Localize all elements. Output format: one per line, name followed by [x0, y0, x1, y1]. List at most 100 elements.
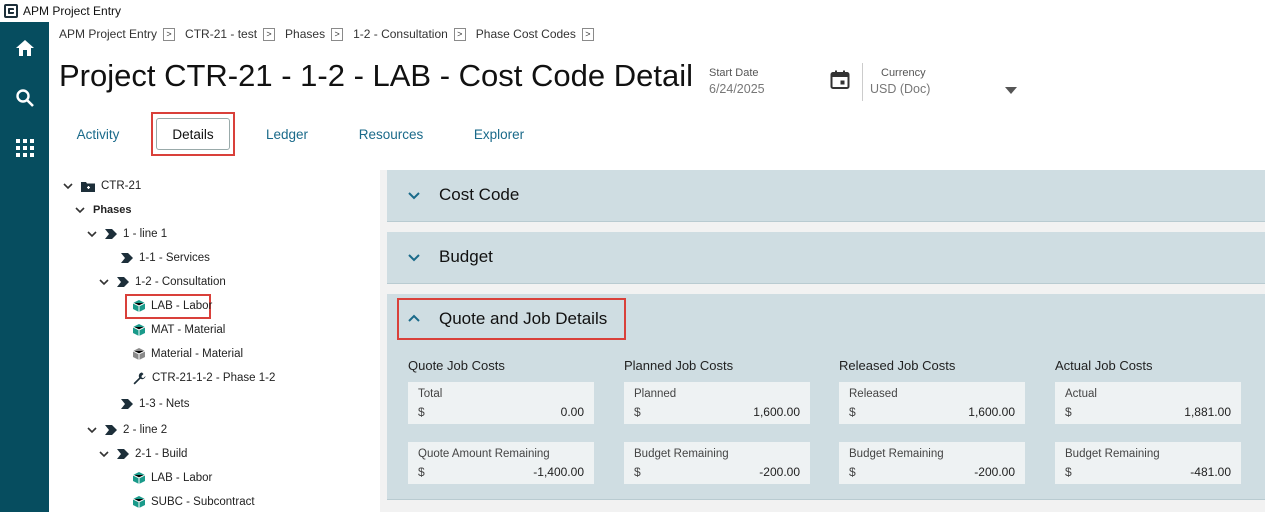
- quote-amount-remaining-field[interactable]: Quote Amount Remaining $ -1,400.00: [408, 442, 594, 484]
- field-value: -1,400.00: [533, 465, 584, 479]
- phase-icon: [121, 399, 133, 409]
- field-value: 1,881.00: [1184, 405, 1231, 419]
- tree-item-2-1-build[interactable]: 2-1 - Build: [99, 444, 187, 464]
- chevron-down-icon[interactable]: [63, 181, 73, 191]
- currency-symbol: $: [634, 405, 641, 419]
- section-header[interactable]: Cost Code: [387, 170, 1265, 220]
- home-icon[interactable]: [0, 28, 49, 68]
- tree-item-label[interactable]: 2-1 - Build: [135, 448, 187, 460]
- tree-item-line-2[interactable]: 2 - line 2: [87, 420, 167, 440]
- breadcrumb: APM Project Entry > CTR-21 - test > Phases…: [59, 26, 604, 42]
- tree-item-label[interactable]: Material - Material: [151, 348, 243, 360]
- apps-grid-icon[interactable]: [0, 128, 49, 168]
- tree-item-label[interactable]: LAB - Labor: [151, 300, 212, 312]
- section-header[interactable]: Budget: [387, 232, 1265, 282]
- tree-item-label[interactable]: CTR-21: [101, 180, 141, 192]
- chevron-down-icon[interactable]: [99, 277, 109, 287]
- field-value: -481.00: [1190, 465, 1231, 479]
- section-quote-job-details: Quote and Job Details Quote Job Costs To…: [387, 294, 1265, 500]
- actual-budget-remaining-field[interactable]: Budget Remaining $ -481.00: [1055, 442, 1241, 484]
- tree-item-label[interactable]: 1 - line 1: [123, 228, 167, 240]
- tree-item-1-3-nets[interactable]: 1-3 - Nets: [121, 394, 190, 414]
- phase-icon: [105, 229, 117, 239]
- tab-activity[interactable]: Activity: [65, 112, 131, 156]
- chevron-right-icon[interactable]: >: [581, 27, 594, 41]
- tree-item-label[interactable]: 1-2 - Consultation: [135, 276, 226, 288]
- field-label: Budget Remaining: [849, 448, 944, 460]
- chevron-down-icon[interactable]: [407, 188, 421, 202]
- tab-details[interactable]: Details: [151, 112, 235, 156]
- breadcrumb-item[interactable]: CTR-21 - test >: [185, 27, 276, 41]
- breadcrumb-item[interactable]: Phases >: [285, 27, 344, 41]
- chevron-right-icon[interactable]: >: [453, 27, 466, 41]
- released-budget-remaining-field[interactable]: Budget Remaining $ -200.00: [839, 442, 1025, 484]
- field-value: 0.00: [560, 405, 584, 419]
- tab-explorer[interactable]: Explorer: [467, 112, 531, 156]
- chevron-right-icon[interactable]: >: [163, 27, 176, 41]
- breadcrumb-label[interactable]: Phase Cost Codes: [476, 27, 576, 41]
- column-title: Quote Job Costs: [408, 358, 505, 373]
- released-field[interactable]: Released $ 1,600.00: [839, 382, 1025, 424]
- tab-resources[interactable]: Resources: [353, 112, 429, 156]
- tree-item-material-material[interactable]: Material - Material: [133, 344, 243, 364]
- field-label: Budget Remaining: [634, 448, 729, 460]
- section-cost-code[interactable]: Cost Code: [387, 170, 1265, 222]
- section-budget[interactable]: Budget: [387, 232, 1265, 284]
- tree-item-phases[interactable]: Phases: [75, 200, 132, 220]
- cube-icon: [133, 300, 145, 312]
- calendar-icon[interactable]: [830, 70, 850, 95]
- field-label: Quote Amount Remaining: [418, 448, 550, 460]
- breadcrumb-item[interactable]: APM Project Entry >: [59, 27, 176, 41]
- search-icon[interactable]: [0, 78, 49, 118]
- total-field[interactable]: Total $ 0.00: [408, 382, 594, 424]
- chevron-down-icon[interactable]: [87, 425, 97, 435]
- tree-item-lab-labor-2[interactable]: LAB - Labor: [133, 468, 212, 488]
- breadcrumb-label[interactable]: Phases: [285, 27, 325, 41]
- tree-item-ctr-21[interactable]: CTR-21: [63, 176, 141, 196]
- chevron-right-icon[interactable]: >: [263, 27, 276, 41]
- start-date-field[interactable]: 6/24/2025: [709, 82, 765, 96]
- breadcrumb-label[interactable]: 1-2 - Consultation: [353, 27, 448, 41]
- breadcrumb-label[interactable]: APM Project Entry: [59, 27, 157, 41]
- tree-item-label[interactable]: CTR-21-1-2 - Phase 1-2: [152, 372, 275, 384]
- breadcrumb-item[interactable]: Phase Cost Codes >: [476, 27, 594, 41]
- tree-item-label[interactable]: 1-3 - Nets: [139, 398, 190, 410]
- planned-budget-remaining-field[interactable]: Budget Remaining $ -200.00: [624, 442, 810, 484]
- tree-item-label[interactable]: Phases: [93, 204, 132, 216]
- currency-symbol: $: [849, 405, 856, 419]
- tab-details-label[interactable]: Details: [156, 118, 230, 150]
- tree-item-1-2-consultation[interactable]: 1-2 - Consultation: [99, 272, 226, 292]
- currency-field[interactable]: USD (Doc): [870, 82, 930, 96]
- tree-item-lab-labor[interactable]: LAB - Labor: [133, 296, 212, 316]
- tree-item-label[interactable]: 1-1 - Services: [139, 252, 210, 264]
- field-value: 1,600.00: [968, 405, 1015, 419]
- phase-icon: [105, 425, 117, 435]
- field-label: Actual: [1065, 388, 1097, 400]
- tab-ledger[interactable]: Ledger: [259, 112, 315, 156]
- chevron-down-icon[interactable]: [407, 250, 421, 264]
- cube-icon: [133, 472, 145, 484]
- tree-item-1-1-services[interactable]: 1-1 - Services: [121, 248, 210, 268]
- dropdown-caret-icon[interactable]: [1005, 81, 1017, 99]
- chevron-down-icon[interactable]: [99, 449, 109, 459]
- field-value: -200.00: [759, 465, 800, 479]
- tree-item-subc-subcontract[interactable]: SUBC - Subcontract: [133, 492, 255, 512]
- tree-item-label[interactable]: SUBC - Subcontract: [151, 496, 255, 508]
- breadcrumb-item[interactable]: 1-2 - Consultation >: [353, 27, 466, 41]
- tree-item-mat-material[interactable]: MAT - Material: [133, 320, 225, 340]
- chevron-right-icon[interactable]: >: [331, 27, 344, 41]
- tree-item-label[interactable]: 2 - line 2: [123, 424, 167, 436]
- chevron-down-icon[interactable]: [87, 229, 97, 239]
- tree-item-label[interactable]: LAB - Labor: [151, 472, 212, 484]
- currency-symbol: $: [634, 465, 641, 479]
- tree-item-label[interactable]: MAT - Material: [151, 324, 225, 336]
- breadcrumb-label[interactable]: CTR-21 - test: [185, 27, 257, 41]
- column-title: Actual Job Costs: [1055, 358, 1153, 373]
- actual-field[interactable]: Actual $ 1,881.00: [1055, 382, 1241, 424]
- chevron-down-icon[interactable]: [75, 205, 85, 215]
- planned-field[interactable]: Planned $ 1,600.00: [624, 382, 810, 424]
- field-label: Released: [849, 388, 898, 400]
- tree-item-line-1[interactable]: 1 - line 1: [87, 224, 167, 244]
- tree-item-ctr-21-1-2-phase[interactable]: CTR-21-1-2 - Phase 1-2: [133, 368, 275, 388]
- detail-panel: Cost Code Budget Quote and Job Details Q…: [380, 170, 1265, 512]
